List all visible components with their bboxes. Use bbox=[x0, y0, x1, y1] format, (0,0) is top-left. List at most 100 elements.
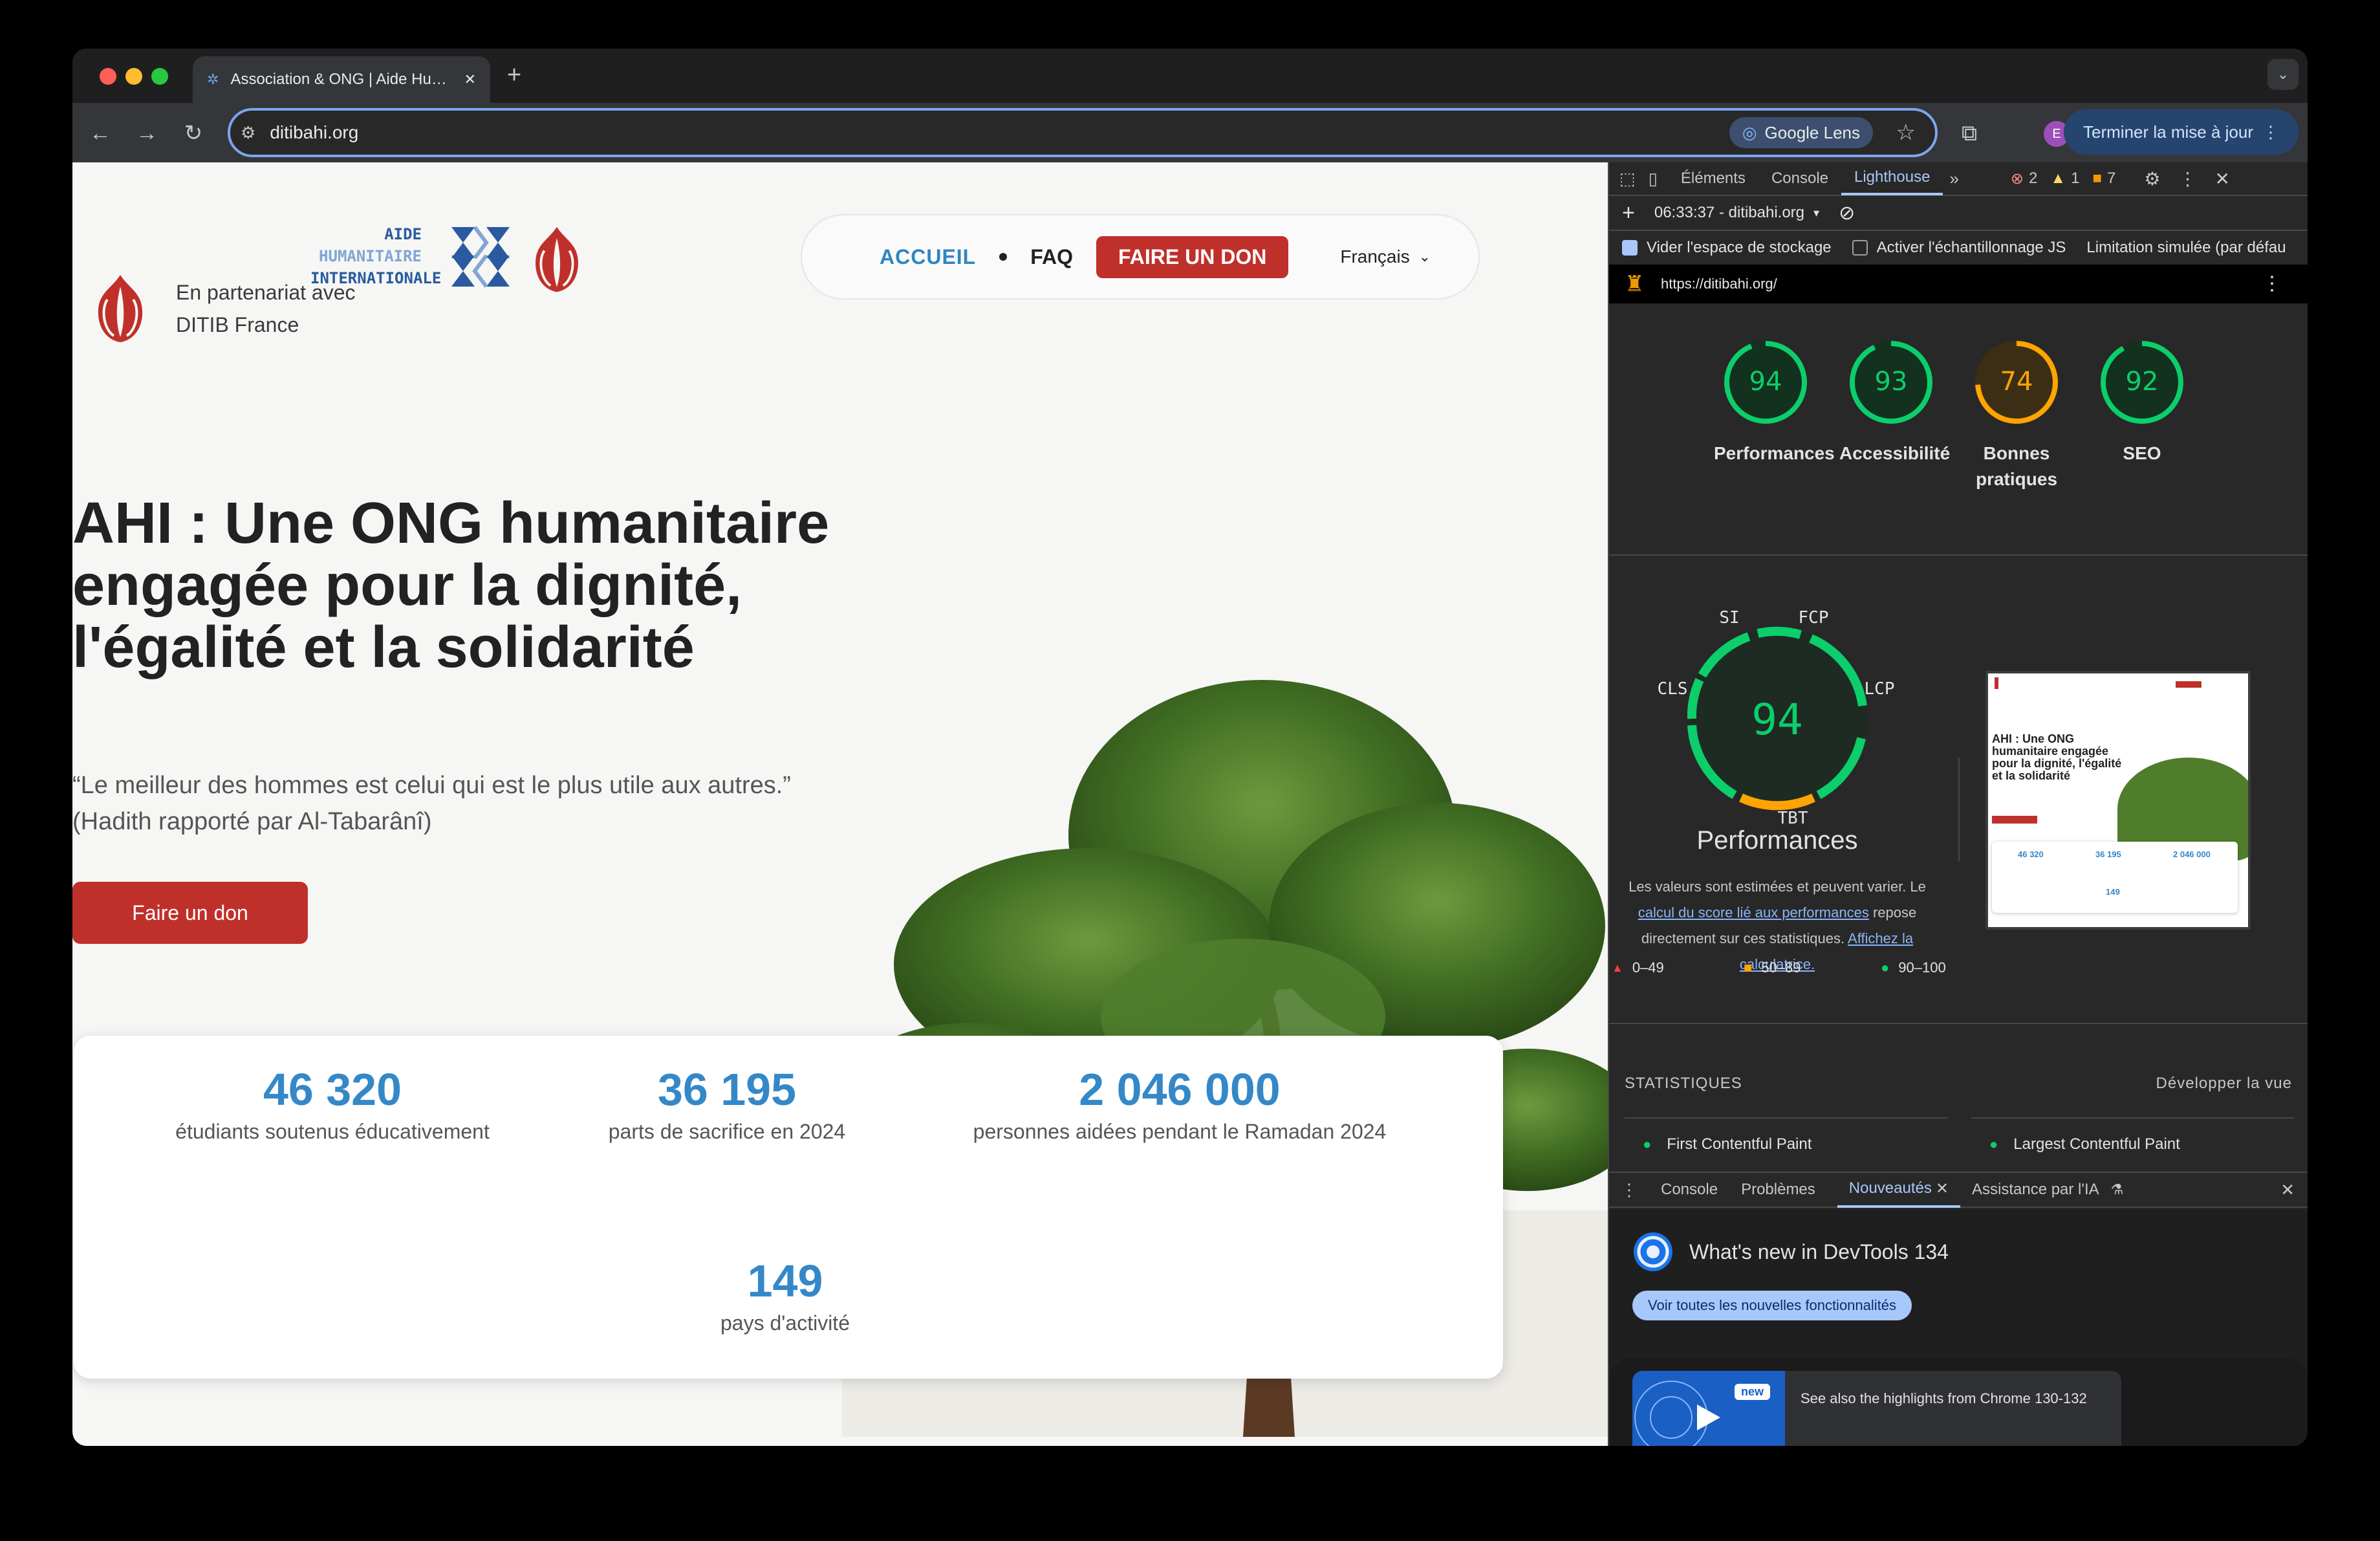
tab-elements[interactable]: Éléments bbox=[1668, 162, 1758, 195]
whats-new-title: What's new in DevTools 134 bbox=[1689, 1240, 1949, 1263]
stat-countries: 149 pays d'activité bbox=[643, 1253, 927, 1337]
metric-lcp: ● Largest Contentful Paint bbox=[1989, 1135, 2180, 1153]
throttling-label[interactable]: Limitation simulée (par défau bbox=[2086, 239, 2286, 257]
new-report-icon[interactable]: + bbox=[1622, 201, 1635, 226]
see-all-features-button[interactable]: Voir toutes les nouvelles fonctionnalité… bbox=[1632, 1291, 1912, 1320]
green-circle-icon: ● bbox=[1643, 1136, 1652, 1152]
bookmark-star-icon[interactable]: ☆ bbox=[1896, 120, 1916, 146]
metric-fcp-name: First Contentful Paint bbox=[1667, 1135, 1812, 1153]
hero-donate-button[interactable]: Faire un don bbox=[72, 882, 308, 944]
reload-icon[interactable]: ↻ bbox=[177, 117, 210, 149]
browser-tab[interactable]: ✲ Association & ONG | Aide Hu… ✕ bbox=[193, 56, 490, 103]
warning-icon: ▲ bbox=[2050, 169, 2066, 187]
score-gauge[interactable]: 92 SEO bbox=[2090, 337, 2194, 466]
update-button[interactable]: Terminer la mise à jour ⋮ bbox=[2064, 109, 2299, 155]
score-value: 92 bbox=[2126, 367, 2159, 397]
error-count: 2 bbox=[2029, 169, 2038, 187]
chevron-down-icon: ⌄ bbox=[1418, 248, 1431, 265]
nav-home-link[interactable]: ACCUEIL bbox=[880, 245, 976, 269]
drawer-menu-icon[interactable]: ⋮ bbox=[1609, 1180, 1649, 1200]
minimize-window-button[interactable] bbox=[125, 68, 142, 85]
score-gauge[interactable]: 93 Accessibilité bbox=[1839, 337, 1950, 466]
nav-faq-link[interactable]: FAQ bbox=[1030, 245, 1073, 269]
address-bar[interactable]: ⚙ ditibahi.org ◎ Google Lens ☆ bbox=[228, 108, 1938, 157]
drawer-tab-whats-new[interactable]: Nouveautés ✕ bbox=[1837, 1172, 1960, 1208]
device-toolbar-icon[interactable]: ▯ bbox=[1643, 169, 1668, 189]
stats-card: 46 320 étudiants soutenus éducativement … bbox=[74, 1036, 1503, 1379]
score-label: SEO bbox=[2123, 443, 2161, 463]
stat-number: 36 195 bbox=[657, 1064, 797, 1115]
new-tab-button[interactable]: + bbox=[507, 61, 521, 89]
url-text[interactable]: ditibahi.org bbox=[270, 122, 358, 143]
report-menu-icon[interactable]: ⋮ bbox=[2262, 272, 2282, 295]
lighthouse-options: Vider l'espace de stockage Activer l'éch… bbox=[1609, 231, 2308, 265]
score-ring: 94 bbox=[1724, 341, 1807, 424]
inspect-element-icon[interactable]: ⬚ bbox=[1609, 169, 1643, 189]
tab-lighthouse[interactable]: Lighthouse bbox=[1841, 162, 1943, 195]
score-value: 93 bbox=[1875, 367, 1908, 397]
js-sampling-label: Activer l'échantillonnage JS bbox=[1876, 239, 2066, 256]
drawer-tab-ai-assistance[interactable]: Assistance par l'IA bbox=[1960, 1181, 2111, 1199]
js-sampling-checkbox[interactable] bbox=[1852, 240, 1868, 256]
clear-reports-icon[interactable]: ⊘ bbox=[1839, 202, 1855, 224]
settings-gear-icon[interactable]: ⚙ bbox=[2144, 168, 2160, 190]
dropdown-arrow-icon: ▾ bbox=[1813, 206, 1820, 219]
browser-toolbar: ← → ↻ ⚙ ditibahi.org ◎ Google Lens ☆ ⧉ E… bbox=[72, 103, 2308, 162]
ahi-emblem-icon[interactable] bbox=[449, 223, 512, 290]
report-url[interactable]: https://ditibahi.org/ bbox=[1661, 276, 1777, 292]
language-selector[interactable]: Français ⌄ bbox=[1340, 246, 1431, 267]
close-drawer-icon[interactable]: ✕ bbox=[2280, 1180, 2308, 1200]
extensions-icon[interactable]: ⧉ bbox=[1953, 117, 1985, 149]
hero-title: AHI : Une ONG humanitaire engagée pour l… bbox=[72, 491, 830, 680]
score-value: 94 bbox=[1749, 367, 1782, 397]
score-gauge[interactable]: 74 Bonnes pratiques bbox=[1965, 337, 2068, 492]
metric-lcp-label: LCP bbox=[1865, 679, 1895, 699]
devtools-menu-icon[interactable]: ⋮ bbox=[2178, 168, 2196, 190]
more-tabs-icon[interactable]: » bbox=[1943, 169, 1965, 189]
clear-storage-checkbox[interactable] bbox=[1622, 240, 1638, 256]
score-label: Performances bbox=[1714, 443, 1835, 463]
error-counter[interactable]: ⊗ 2 ▲ 1 ■ 7 bbox=[2011, 169, 2115, 188]
expand-view-link[interactable]: Développer la vue bbox=[2156, 1075, 2292, 1093]
close-devtools-icon[interactable]: ✕ bbox=[2214, 168, 2229, 190]
tab-search-button[interactable]: ⌄ bbox=[2267, 59, 2299, 90]
forward-icon[interactable]: → bbox=[131, 117, 163, 149]
nav-separator-dot bbox=[999, 253, 1008, 261]
back-icon[interactable]: ← bbox=[84, 117, 116, 149]
ditib-tulip-logo-icon[interactable] bbox=[92, 270, 149, 346]
close-window-button[interactable] bbox=[100, 68, 116, 85]
zoom-window-button[interactable] bbox=[151, 68, 168, 85]
close-tab-icon[interactable]: ✕ bbox=[1936, 1179, 1949, 1198]
page-screenshot-thumbnail[interactable]: AHI : Une ONG humanitaire engagée pour l… bbox=[1985, 671, 2251, 930]
thumbnail-stat-3: 2 046 000 bbox=[2173, 849, 2211, 859]
issues-icon: ■ bbox=[2092, 169, 2103, 187]
stat-number: 149 bbox=[747, 1256, 823, 1306]
lighthouse-toolbar: + 06:33:37 - ditibahi.org ▾ ⊘ bbox=[1609, 196, 2308, 231]
error-icon: ⊗ bbox=[2010, 169, 2024, 188]
ahi-wordmark[interactable]: AIDE HUMANITAIRE INTERNATIONALE bbox=[310, 223, 441, 289]
metric-fcp: ● First Contentful Paint bbox=[1643, 1135, 1812, 1153]
report-selector[interactable]: 06:33:37 - ditibahi.org ▾ bbox=[1654, 204, 1819, 222]
site-settings-icon[interactable]: ⚙ bbox=[241, 123, 255, 143]
close-tab-icon[interactable]: ✕ bbox=[464, 71, 476, 88]
drawer-tab-console[interactable]: Console bbox=[1649, 1181, 1729, 1199]
drawer-tab-issues[interactable]: Problèmes bbox=[1729, 1181, 1827, 1199]
menu-kebab-icon: ⋮ bbox=[2262, 122, 2279, 142]
lighthouse-icon: ♜ bbox=[1625, 272, 1645, 296]
tab-console[interactable]: Console bbox=[1758, 162, 1841, 195]
metric-si-label: SI bbox=[1719, 609, 1739, 628]
score-calc-link[interactable]: calcul du score lié aux performances bbox=[1638, 904, 1869, 921]
performance-metric-gauge[interactable]: 94 SI FCP LCP CLS TBT bbox=[1648, 609, 1907, 855]
score-gauge[interactable]: 94 Performances bbox=[1714, 337, 1835, 466]
devtools-panel: ⬚ ▯ Éléments Console Lighthouse » ⊗ 2 ▲ 1 … bbox=[1608, 162, 2308, 1446]
nav-donate-button[interactable]: FAIRE UN DON bbox=[1096, 235, 1289, 278]
legend-average-label: 50–89 bbox=[1761, 959, 1801, 976]
perf-section-title: Performances bbox=[1696, 826, 1858, 855]
perf-note-text1: Les valeurs sont estimées et peuvent var… bbox=[1628, 879, 1926, 895]
google-lens-button[interactable]: ◎ Google Lens bbox=[1729, 117, 1873, 148]
score-label: Bonnes pratiques bbox=[1975, 443, 2058, 489]
report-select-label: 06:33:37 - ditibahi.org bbox=[1654, 204, 1805, 221]
hero-quote-text: “Le meilleur des hommes est celui qui es… bbox=[72, 772, 791, 799]
stat-sacrifice: 36 195 parts de sacrifice en 2024 bbox=[578, 1062, 876, 1146]
highlights-card[interactable]: new See also the highlights from Chrome … bbox=[1632, 1371, 2121, 1446]
